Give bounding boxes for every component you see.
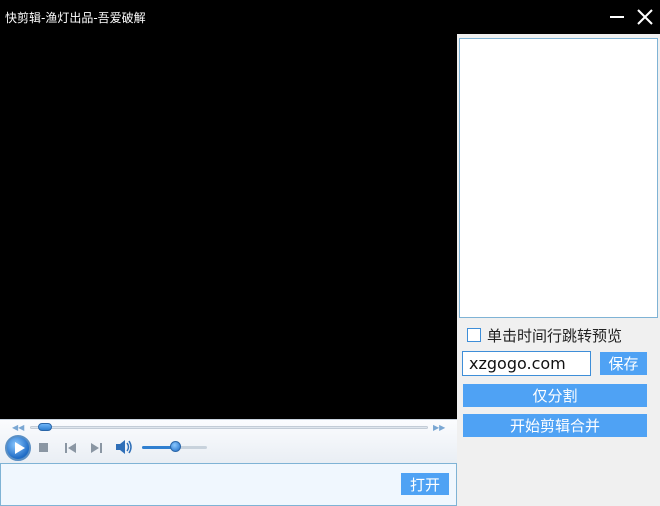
volume-thumb[interactable] bbox=[169, 441, 181, 452]
media-player-controls: ◀◀ ▶▶ bbox=[0, 419, 457, 463]
split-only-button[interactable]: 仅分割 bbox=[463, 384, 647, 407]
play-button[interactable] bbox=[5, 435, 31, 461]
seek-bar[interactable] bbox=[30, 426, 428, 429]
seek-back-icon[interactable]: ◀◀ bbox=[12, 423, 24, 432]
jump-preview-label: 单击时间行跳转预览 bbox=[487, 326, 623, 345]
close-button[interactable] bbox=[634, 6, 656, 28]
close-icon bbox=[637, 9, 653, 25]
next-icon[interactable] bbox=[89, 441, 103, 455]
minimize-icon bbox=[610, 16, 624, 18]
volume-icon[interactable] bbox=[115, 439, 133, 455]
start-merge-button[interactable]: 开始剪辑合并 bbox=[463, 414, 647, 437]
window-title: 快剪辑-渔灯出品-吾爱破解 bbox=[5, 11, 146, 25]
file-path-area: 打开 bbox=[0, 463, 457, 506]
seek-forward-icon[interactable]: ▶▶ bbox=[433, 423, 445, 432]
name-input[interactable] bbox=[462, 351, 591, 376]
minimize-button[interactable] bbox=[606, 6, 628, 28]
open-button[interactable]: 打开 bbox=[401, 473, 449, 495]
jump-preview-checkbox[interactable] bbox=[467, 328, 481, 342]
time-list[interactable] bbox=[459, 38, 658, 318]
previous-icon[interactable] bbox=[64, 441, 78, 455]
jump-preview-option[interactable]: 单击时间行跳转预览 bbox=[467, 325, 622, 345]
video-preview[interactable] bbox=[0, 34, 457, 419]
stop-icon[interactable] bbox=[38, 442, 50, 454]
save-button[interactable]: 保存 bbox=[600, 352, 647, 375]
seek-thumb[interactable] bbox=[37, 423, 52, 431]
side-panel: 单击时间行跳转预览 保存 仅分割 开始剪辑合并 bbox=[457, 34, 660, 506]
